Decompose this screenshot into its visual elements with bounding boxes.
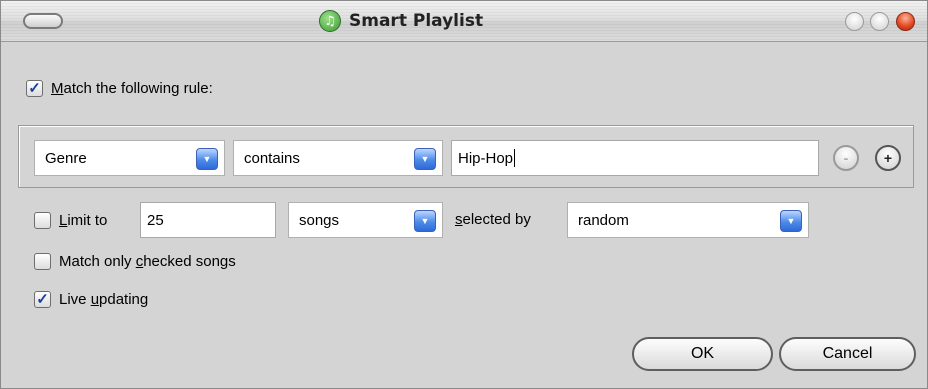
live-updating-row: ✓ Live updating [34,291,148,308]
zoom-button[interactable] [870,12,889,31]
text-cursor [514,149,516,167]
ok-button[interactable]: OK [632,337,773,371]
rule-operator-value: contains [244,149,300,167]
chevron-down-icon: ▼ [196,148,218,170]
window-title-text: Smart Playlist [349,11,484,31]
selected-by-select[interactable]: random ▼ [567,202,809,238]
match-rule-row: ✓ Match the following rule: [26,80,213,97]
match-checked-checkbox[interactable] [34,253,51,270]
title-bar[interactable]: ♫ Smart Playlist [1,1,927,42]
smart-playlist-window: ♫ Smart Playlist ✓ Match the following r… [0,0,928,389]
toolbar-toggle-button[interactable] [23,13,63,29]
selected-by-label: selected by [455,211,531,228]
plus-icon: + [883,150,893,166]
limit-row: Limit to [34,212,107,229]
chevron-down-icon: ▼ [780,210,802,232]
remove-rule-button[interactable]: - [833,145,859,171]
rule-value-text: Hip-Hop [458,149,514,167]
selected-by-value: random [578,211,629,229]
limit-unit-value: songs [299,211,340,229]
close-button[interactable] [896,12,915,31]
limit-amount-input[interactable]: 25 [140,202,276,238]
live-updating-checkbox[interactable]: ✓ [34,291,51,308]
match-rule-label[interactable]: Match the following rule: [51,80,213,97]
minimize-button[interactable] [845,12,864,31]
rule-value-input[interactable]: Hip-Hop [451,140,819,176]
rule-operator-select[interactable]: contains ▼ [233,140,443,176]
match-rule-checkbox[interactable]: ✓ [26,80,43,97]
rule-field-select[interactable]: Genre ▼ [34,140,225,176]
cancel-button-label: Cancel [822,345,873,362]
limit-unit-select[interactable]: songs ▼ [288,202,443,238]
ok-button-label: OK [690,345,715,362]
match-checked-label[interactable]: Match only checked songs [59,253,236,270]
add-rule-button[interactable]: + [875,145,901,171]
live-updating-label[interactable]: Live updating [59,291,148,308]
chevron-down-icon: ▼ [414,210,436,232]
limit-label[interactable]: Limit to [59,212,107,229]
rule-field-value: Genre [45,149,87,167]
limit-amount-value: 25 [147,211,164,229]
chevron-down-icon: ▼ [414,148,436,170]
minus-icon: - [843,150,849,166]
window-title: ♫ Smart Playlist [319,10,483,32]
match-checked-row: Match only checked songs [34,253,236,270]
limit-checkbox[interactable] [34,212,51,229]
cancel-button[interactable]: Cancel [779,337,916,371]
music-note-icon: ♫ [319,10,341,32]
